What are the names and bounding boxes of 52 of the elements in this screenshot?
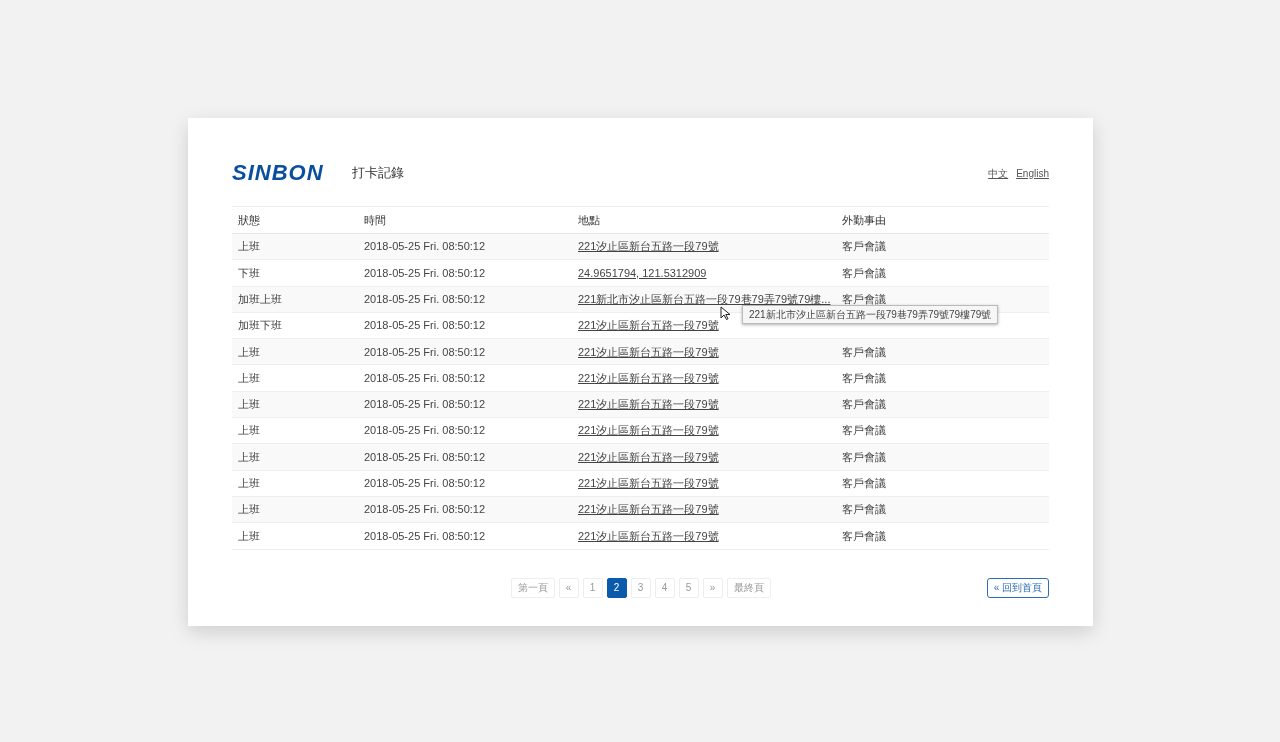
- time-text: 2018-05-25 Fri. 08:50:12: [364, 293, 486, 305]
- location-link[interactable]: 221汐止區新台五路一段79號: [578, 529, 719, 542]
- status-text: 加班上班: [238, 293, 282, 305]
- time-text: 2018-05-25 Fri. 08:50:12: [364, 345, 486, 358]
- reason-text: 客戶會議: [842, 398, 887, 411]
- status-text: 上班: [238, 424, 260, 437]
- time-text: 2018-05-25 Fri. 08:50:12: [364, 240, 486, 253]
- language-link[interactable]: English: [1016, 165, 1049, 181]
- status-text: 上班: [238, 371, 260, 384]
- page-button[interactable]: 2: [606, 577, 627, 598]
- column-header: 地點: [578, 213, 600, 226]
- tooltip: 221新北市汐止區新台五路一段79巷79弄79號79樓79號: [742, 304, 999, 324]
- time-text: 2018-05-25 Fri. 08:50:12: [364, 398, 486, 411]
- reason-text: 客戶會議: [842, 477, 887, 490]
- status-text: 上班: [238, 450, 260, 463]
- back-home-button[interactable]: « 回到首頁: [986, 577, 1049, 598]
- column-header: 狀態: [238, 213, 260, 226]
- time-text: 2018-05-25 Fri. 08:50:12: [364, 503, 486, 516]
- language-link[interactable]: 中文: [988, 165, 1009, 181]
- reason-text: 客戶會議: [842, 266, 887, 279]
- reason-text: 客戶會議: [842, 293, 887, 305]
- status-text: 上班: [238, 345, 260, 358]
- status-text: 上班: [238, 398, 260, 411]
- time-text: 2018-05-25 Fri. 08:50:12: [364, 266, 486, 279]
- time-text: 2018-05-25 Fri. 08:50:12: [364, 477, 486, 490]
- location-link[interactable]: 221汐止區新台五路一段79號: [578, 477, 719, 490]
- page-title: 打卡記錄: [351, 164, 404, 183]
- location-link[interactable]: 221汐止區新台五路一段79號: [578, 424, 719, 437]
- reason-text: 客戶會議: [842, 424, 887, 437]
- time-text: 2018-05-25 Fri. 08:50:12: [364, 371, 486, 384]
- location-link[interactable]: 221汐止區新台五路一段79號: [578, 371, 719, 384]
- location-link[interactable]: 221汐止區新台五路一段79號: [578, 319, 719, 332]
- reason-text: 客戶會議: [842, 503, 887, 516]
- reason-text: 客戶會議: [842, 529, 887, 542]
- column-header: 時間: [364, 213, 386, 226]
- status-text: 上班: [238, 477, 260, 490]
- reason-text: 客戶會議: [842, 345, 887, 358]
- status-text: 上班: [238, 529, 260, 542]
- status-text: 加班下班: [238, 319, 282, 332]
- column-header: 外勤事由: [842, 213, 887, 226]
- reason-text: 客戶會議: [842, 240, 887, 253]
- time-text: 2018-05-25 Fri. 08:50:12: [364, 529, 486, 542]
- status-text: 上班: [238, 240, 260, 253]
- reason-text: 客戶會議: [842, 450, 887, 463]
- time-text: 2018-05-25 Fri. 08:50:12: [364, 319, 486, 332]
- location-link[interactable]: 24.9651794, 121.5312909: [578, 266, 707, 279]
- logo: SINBON: [232, 162, 324, 184]
- time-text: 2018-05-25 Fri. 08:50:12: [364, 450, 486, 463]
- status-text: 上班: [238, 503, 260, 516]
- status-text: 下班: [238, 266, 260, 279]
- time-text: 2018-05-25 Fri. 08:50:12: [364, 424, 486, 437]
- reason-text: 客戶會議: [842, 371, 887, 384]
